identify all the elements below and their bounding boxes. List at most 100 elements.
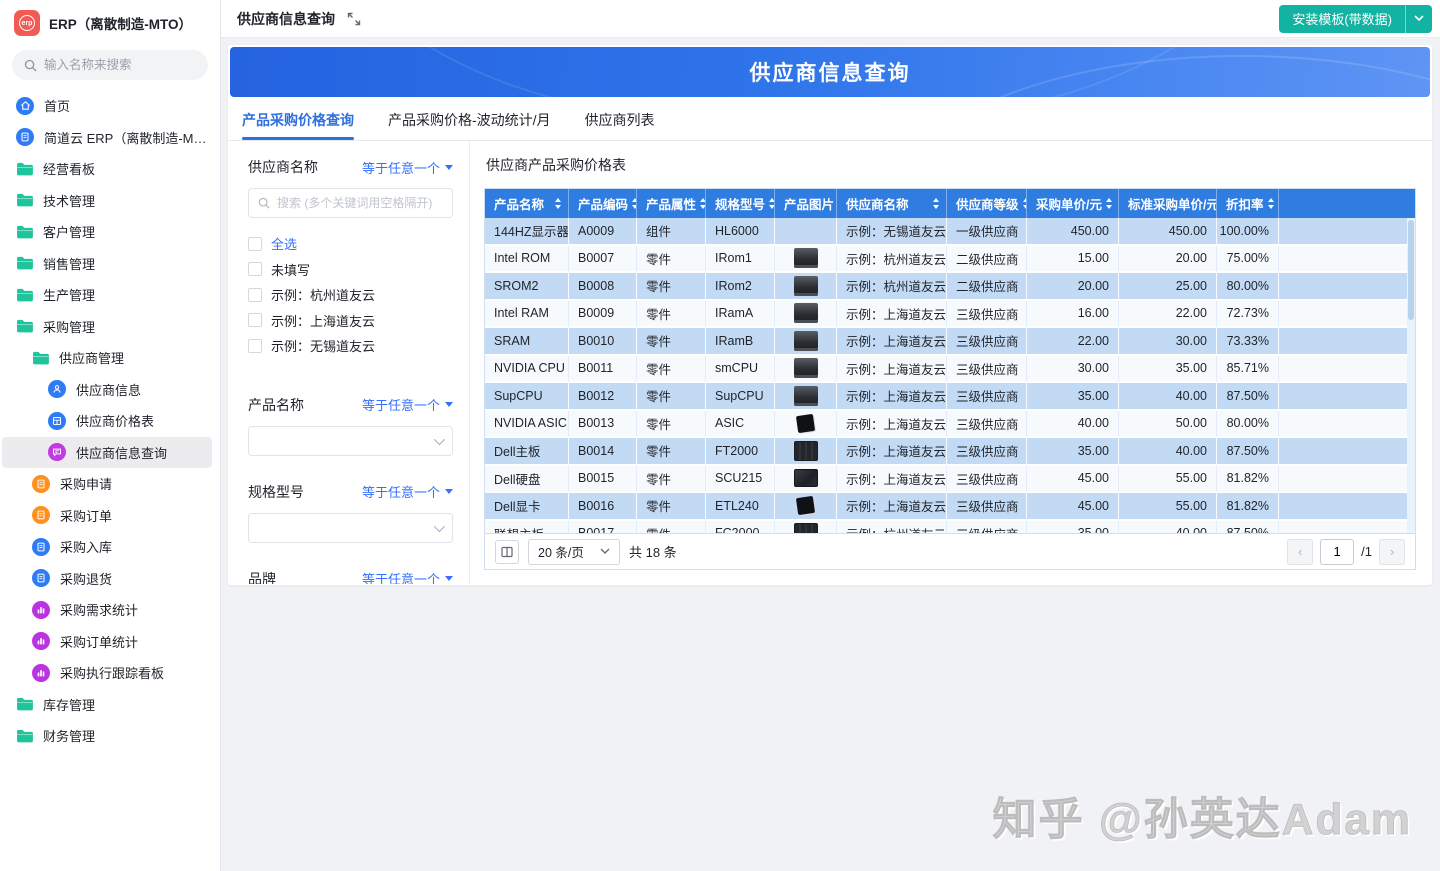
sidebar-item[interactable]: 财务管理 bbox=[2, 720, 212, 752]
table-cell bbox=[775, 218, 837, 246]
column-header[interactable]: 产品属性 bbox=[637, 189, 706, 218]
page-size-select[interactable]: 20 条/页 bbox=[528, 539, 620, 565]
table-cell: 二级供应商 bbox=[947, 273, 1027, 301]
tab[interactable]: 供应商列表 bbox=[585, 99, 655, 140]
sort-icon[interactable] bbox=[1268, 198, 1274, 209]
column-header-label: 产品编码 bbox=[578, 194, 628, 213]
sidebar-item[interactable]: 采购退货 bbox=[2, 563, 212, 595]
table-cell: 40.00 bbox=[1119, 383, 1217, 411]
sidebar-item[interactable]: 供应商价格表 bbox=[2, 405, 212, 437]
table-row[interactable]: 联想主板B0017零件FC2000示例：杭州道友云三级供应商35.0040.00… bbox=[485, 521, 1415, 534]
table-row[interactable]: NVIDIA ASICB0013零件ASIC示例：上海道友云三级供应商40.00… bbox=[485, 411, 1415, 439]
prev-page-button[interactable]: ‹ bbox=[1287, 539, 1313, 565]
table-row[interactable]: Dell显卡B0016零件ETL240示例：上海道友云三级供应商45.0055.… bbox=[485, 493, 1415, 521]
fullscreen-icon[interactable] bbox=[347, 12, 361, 26]
filter-checkbox-option[interactable]: 未填写 bbox=[248, 257, 453, 283]
checkbox-icon[interactable] bbox=[248, 237, 262, 251]
column-header[interactable]: 规格型号 bbox=[706, 189, 775, 218]
sidebar-search[interactable] bbox=[12, 50, 208, 80]
table-cell: B0015 bbox=[569, 466, 637, 494]
column-settings-button[interactable] bbox=[495, 540, 519, 564]
column-header[interactable]: 产品名称 bbox=[485, 189, 569, 218]
tab[interactable]: 产品采购价格查询 bbox=[242, 99, 354, 140]
sidebar-item[interactable]: 供应商管理 bbox=[2, 342, 212, 374]
filter-select[interactable] bbox=[248, 426, 453, 456]
chevron-down-icon bbox=[1414, 15, 1424, 22]
column-header[interactable]: 产品编码 bbox=[569, 189, 637, 218]
table-row[interactable]: Intel ROMB0007零件IRom1示例：杭州道友云二级供应商15.002… bbox=[485, 246, 1415, 274]
table-row[interactable]: Dell硬盘B0015零件SCU215示例：上海道友云三级供应商45.0055.… bbox=[485, 466, 1415, 494]
sidebar-item[interactable]: 采购订单统计 bbox=[2, 626, 212, 658]
sidebar-item[interactable]: 采购申请 bbox=[2, 468, 212, 500]
install-template-button[interactable]: 安装模板(带数据) bbox=[1279, 5, 1405, 33]
supplier-price-table: 产品名称产品编码产品属性规格型号产品图片供应商名称供应商等级采购单价/元标准采购… bbox=[484, 188, 1416, 570]
sort-icon[interactable] bbox=[555, 198, 561, 209]
table-scrollbar-thumb[interactable] bbox=[1408, 220, 1414, 320]
table-row[interactable]: SRAMB0010零件IRamB示例：上海道友云三级供应商22.0030.007… bbox=[485, 328, 1415, 356]
table-cell: B0010 bbox=[569, 328, 637, 356]
table-row[interactable]: SROM2B0008零件IRom2示例：杭州道友云二级供应商20.0025.00… bbox=[485, 273, 1415, 301]
sidebar-item[interactable]: 采购入库 bbox=[2, 531, 212, 563]
sidebar-search-input[interactable] bbox=[44, 58, 184, 72]
column-header[interactable]: 供应商等级 bbox=[947, 189, 1027, 218]
sidebar-item[interactable]: 客户管理 bbox=[2, 216, 212, 248]
sidebar-item[interactable]: 采购需求统计 bbox=[2, 594, 212, 626]
table-cell: Intel ROM bbox=[485, 246, 569, 274]
table-scrollbar[interactable] bbox=[1407, 218, 1415, 533]
table-cell: 72.73% bbox=[1217, 301, 1279, 329]
table-row[interactable]: Dell主板B0014零件FT2000示例：上海道友云三级供应商35.0040.… bbox=[485, 438, 1415, 466]
sort-icon[interactable] bbox=[933, 198, 939, 209]
sidebar-item[interactable]: 技术管理 bbox=[2, 185, 212, 217]
table-row[interactable]: Intel RAMB0009零件IRamA示例：上海道友云三级供应商16.002… bbox=[485, 301, 1415, 329]
filter-search-input[interactable] bbox=[277, 196, 443, 210]
table-cell: 55.00 bbox=[1119, 493, 1217, 521]
sidebar-item[interactable]: 采购管理 bbox=[2, 311, 212, 343]
sidebar-item-label: 采购入库 bbox=[60, 537, 112, 556]
table-cell bbox=[1279, 438, 1407, 466]
sidebar-item[interactable]: 采购执行跟踪看板 bbox=[2, 657, 212, 689]
filter-checkbox-option[interactable]: 全选 bbox=[248, 231, 453, 257]
table-cell: 30.00 bbox=[1119, 328, 1217, 356]
table-cell: SCU215 bbox=[706, 466, 775, 494]
filter-select[interactable] bbox=[248, 513, 453, 543]
sidebar-item[interactable]: 供应商信息查询 bbox=[2, 437, 212, 469]
table-row[interactable]: 144HZ显示器A0009组件HL6000示例：无锡道友云一级供应商450.00… bbox=[485, 218, 1415, 246]
checkbox-label: 未填写 bbox=[271, 260, 310, 279]
column-header[interactable]: 采购单价/元 bbox=[1027, 189, 1119, 218]
tab[interactable]: 产品采购价格-波动统计/月 bbox=[388, 99, 551, 140]
table-cell: 零件 bbox=[637, 383, 706, 411]
install-template-dropdown[interactable] bbox=[1405, 5, 1432, 33]
chart-circle-icon bbox=[32, 632, 50, 650]
sidebar-item[interactable]: 销售管理 bbox=[2, 248, 212, 280]
sort-icon[interactable] bbox=[1106, 198, 1112, 209]
filter-checkbox-option[interactable]: 示例：无锡道友云 bbox=[248, 333, 453, 359]
sidebar-item[interactable]: 首页 bbox=[2, 90, 212, 122]
sidebar-item[interactable]: 简道云 ERP（离散制造-MTO） ... bbox=[2, 122, 212, 154]
next-page-button[interactable]: › bbox=[1379, 539, 1405, 565]
filter-checkbox-option[interactable]: 示例：上海道友云 bbox=[248, 308, 453, 334]
filter-operator-link[interactable]: 等于任意一个 bbox=[362, 569, 453, 584]
sidebar-item[interactable]: 采购订单 bbox=[2, 500, 212, 532]
table-row[interactable]: SupCPUB0012零件SupCPU示例：上海道友云三级供应商35.0040.… bbox=[485, 383, 1415, 411]
checkbox-icon[interactable] bbox=[248, 339, 262, 353]
sidebar-item[interactable]: 生产管理 bbox=[2, 279, 212, 311]
filter-checkbox-option[interactable]: 示例：杭州道友云 bbox=[248, 282, 453, 308]
page-number-input[interactable] bbox=[1320, 539, 1354, 565]
filter-search-box[interactable] bbox=[248, 188, 453, 218]
column-header[interactable]: 标准采购单价/元 bbox=[1119, 189, 1217, 218]
checkbox-icon[interactable] bbox=[248, 288, 262, 302]
column-header[interactable]: 供应商名称 bbox=[837, 189, 947, 218]
table-cell: Dell显卡 bbox=[485, 493, 569, 521]
filter-operator-text: 等于任意一个 bbox=[362, 569, 440, 584]
filter-operator-link[interactable]: 等于任意一个 bbox=[362, 395, 453, 414]
checkbox-icon[interactable] bbox=[248, 313, 262, 327]
filter-operator-link[interactable]: 等于任意一个 bbox=[362, 482, 453, 501]
filter-operator-link[interactable]: 等于任意一个 bbox=[362, 158, 453, 177]
checkbox-icon[interactable] bbox=[248, 262, 262, 276]
column-header[interactable]: 折扣率 bbox=[1217, 189, 1279, 218]
sidebar-item[interactable]: 经营看板 bbox=[2, 153, 212, 185]
table-row[interactable]: NVIDIA CPUB0011零件smCPU示例：上海道友云三级供应商30.00… bbox=[485, 356, 1415, 384]
folder-icon bbox=[16, 697, 33, 711]
sidebar-item[interactable]: 库存管理 bbox=[2, 689, 212, 721]
sidebar-item[interactable]: 供应商信息 bbox=[2, 374, 212, 406]
